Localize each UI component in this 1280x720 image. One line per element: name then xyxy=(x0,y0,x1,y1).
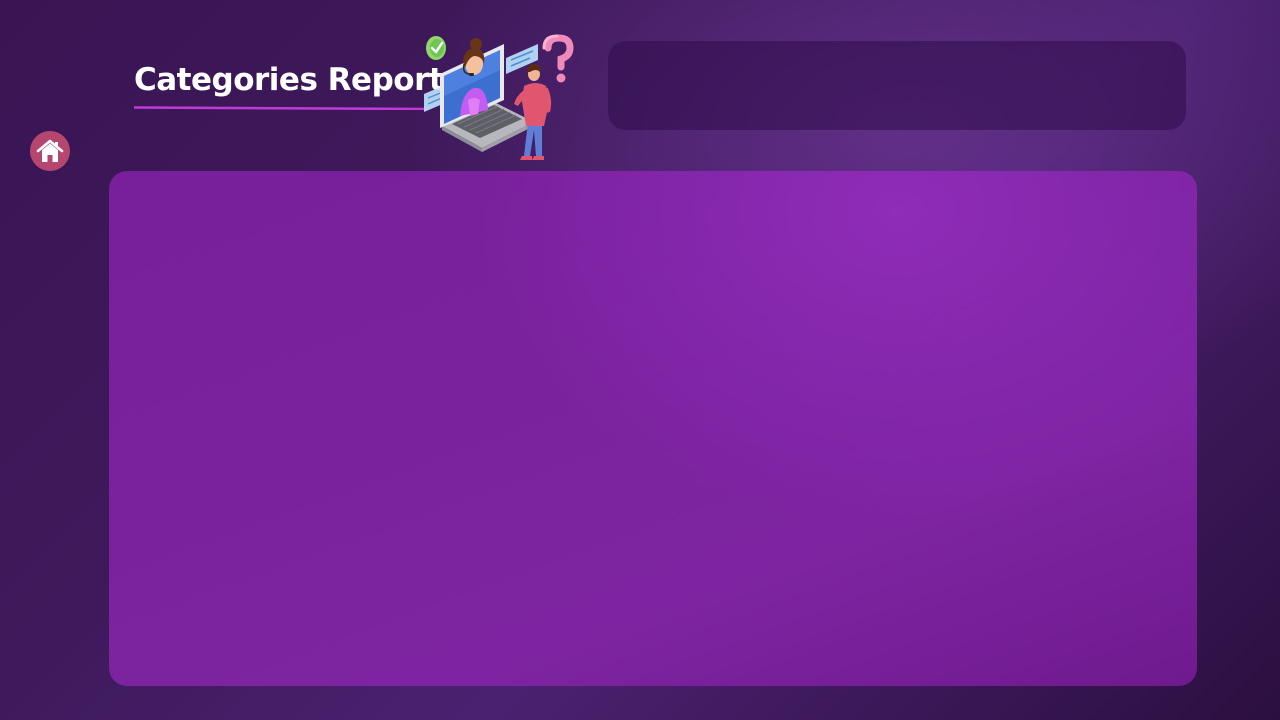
title-underline xyxy=(134,106,426,110)
page-title: Categories Report xyxy=(134,62,444,98)
check-badge-icon xyxy=(426,36,446,60)
home-icon xyxy=(36,139,64,162)
customer-figure-icon xyxy=(514,63,552,160)
support-agent-illustration xyxy=(424,34,574,160)
question-mark-icon xyxy=(542,34,574,83)
title-block: Categories Report xyxy=(134,58,444,110)
report-content-panel xyxy=(109,171,1197,686)
top-panel xyxy=(608,41,1186,130)
home-button[interactable] xyxy=(30,131,70,171)
